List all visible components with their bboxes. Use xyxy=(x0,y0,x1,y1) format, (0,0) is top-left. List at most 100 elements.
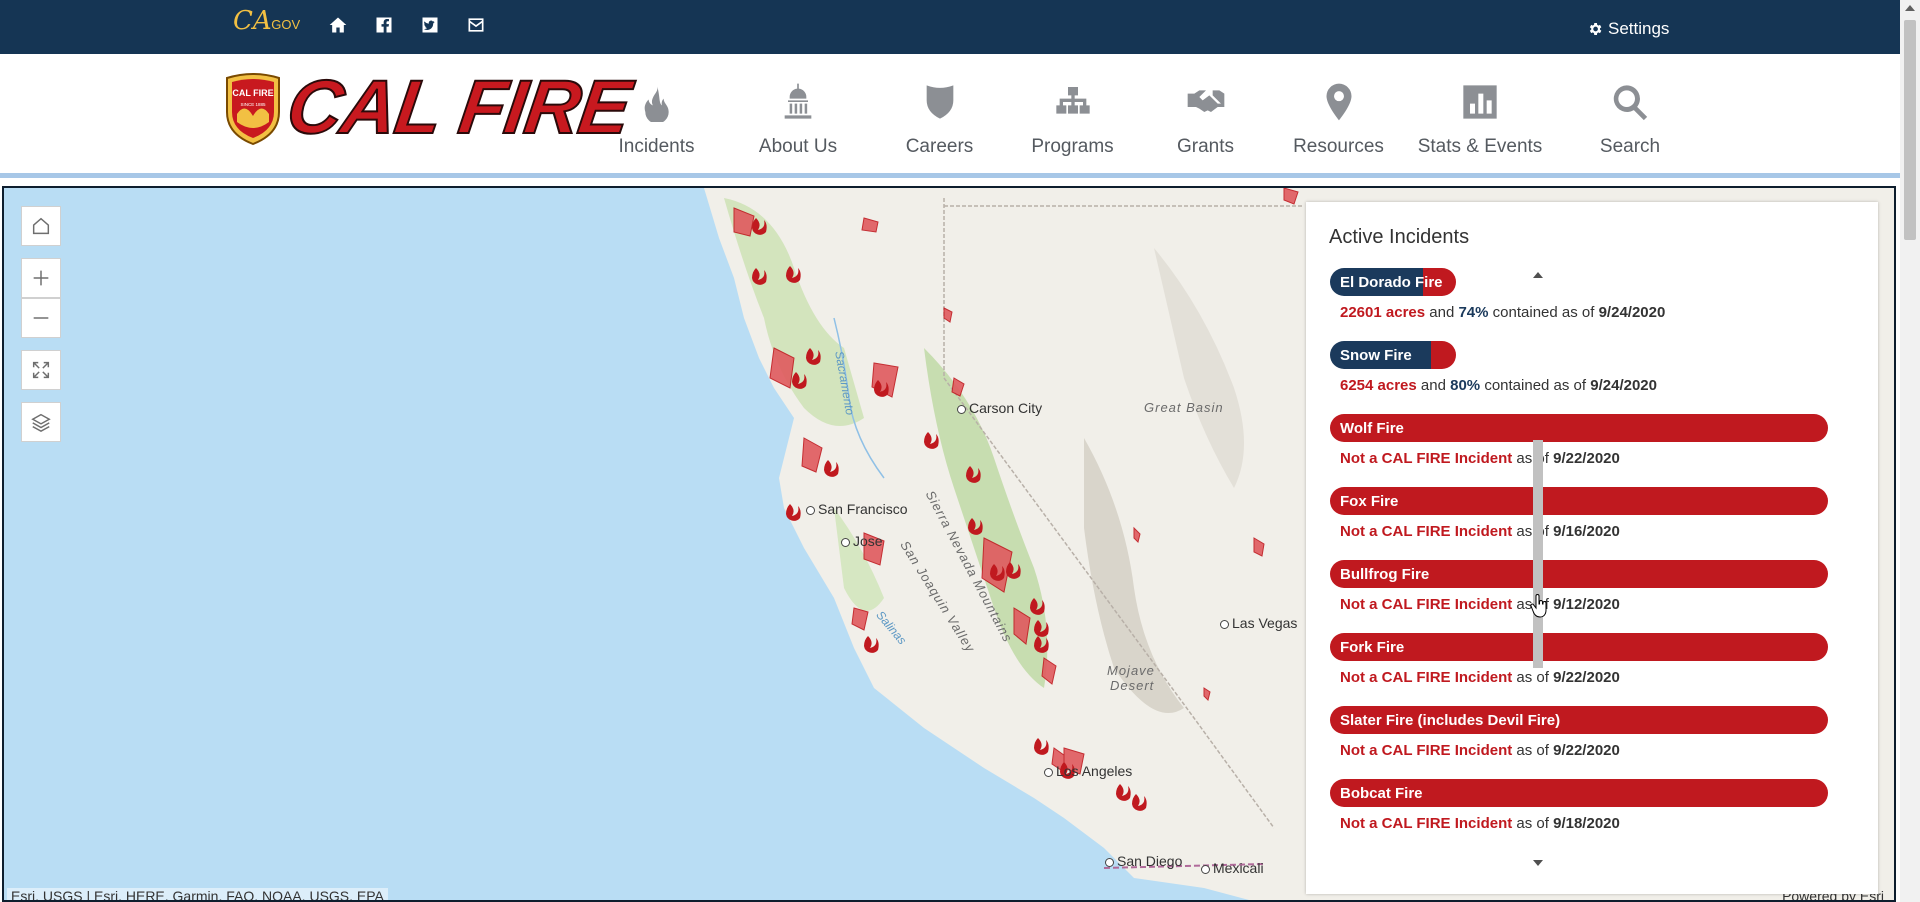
list-item: Fox Fire Not a CAL FIRE Incident as of 9… xyxy=(1330,487,1833,560)
handshake-icon xyxy=(1187,90,1224,112)
incident-status: Not a CAL FIRE Incident xyxy=(1340,669,1513,686)
city-las-vegas: Las Vegas xyxy=(1219,615,1298,631)
map-attribution[interactable]: Esri, USGS | Esri, HERE, Garmin, FAO, NO… xyxy=(7,888,388,900)
incident-detail: 6254 acres and 80% contained as of 9/24/… xyxy=(1340,377,1833,394)
ca-gov-suffix: .GOV xyxy=(267,17,301,32)
zoom-in-button[interactable] xyxy=(21,258,61,298)
search-icon xyxy=(1613,85,1648,121)
city-carson-city: Carson City xyxy=(956,400,1043,416)
scroll-up-arrow[interactable] xyxy=(1533,272,1543,278)
incident-status: Not a CAL FIRE Incident xyxy=(1340,815,1513,832)
panel-title: Active Incidents xyxy=(1329,226,1470,248)
incident-detail: Not a CAL FIRE Incident as of 9/22/2020 xyxy=(1340,742,1833,759)
panel-scrollbar[interactable] xyxy=(1530,264,1546,866)
nav-item-grants[interactable]: Grants xyxy=(1139,82,1272,158)
scroll-down-arrow[interactable] xyxy=(1533,860,1543,866)
page-scroll-up-arrow[interactable] xyxy=(1905,5,1915,11)
incident-status: Not a CAL FIRE Incident xyxy=(1340,523,1513,540)
incident-list: El Dorado Fire 22601 acres and 74% conta… xyxy=(1330,268,1833,852)
nav-item-careers[interactable]: Careers xyxy=(873,82,1006,158)
nav-label-about-us: About Us xyxy=(758,136,838,157)
incident-acres: 6254 acres xyxy=(1340,377,1417,394)
gear-icon xyxy=(1589,23,1602,35)
bar-chart-icon xyxy=(1463,85,1497,119)
city-san-jose: Jose xyxy=(841,533,883,549)
incident-pill-bobcat[interactable]: Bobcat Fire xyxy=(1330,779,1828,807)
incident-pill-bullfrog[interactable]: Bullfrog Fire xyxy=(1330,560,1828,588)
incident-pill-el-dorado[interactable]: El Dorado Fire xyxy=(1330,268,1456,296)
ca-gov-main: CA xyxy=(233,6,272,36)
layers-button[interactable] xyxy=(21,402,61,442)
city-san-diego: San Diego xyxy=(1104,853,1183,869)
incident-name: Fork Fire xyxy=(1340,638,1405,656)
email-icon[interactable] xyxy=(465,14,487,36)
list-item: Wolf Fire Not a CAL FIRE Incident as of … xyxy=(1330,414,1833,487)
nav-item-stats-events[interactable]: Stats & Events xyxy=(1405,82,1555,158)
list-item: Snow Fire 6254 acres and 80% contained a… xyxy=(1330,341,1833,414)
nav-item-programs[interactable]: Programs xyxy=(1006,82,1139,158)
incident-pill-fox[interactable]: Fox Fire xyxy=(1330,487,1828,515)
detail-connector: and xyxy=(1420,377,1446,394)
list-item: Slater Fire (includes Devil Fire) Not a … xyxy=(1330,706,1833,779)
home-outline-icon xyxy=(32,217,50,235)
incident-name: Wolf Fire xyxy=(1340,419,1404,437)
fullscreen-button[interactable] xyxy=(21,350,61,390)
twitter-icon[interactable] xyxy=(419,14,441,36)
incident-detail: 22601 acres and 74% contained as of 9/24… xyxy=(1340,304,1833,321)
incident-detail: Not a CAL FIRE Incident as of 9/22/2020 xyxy=(1340,450,1833,467)
city-mexicali: Mexicali xyxy=(1201,860,1264,876)
incident-date: 9/18/2020 xyxy=(1553,815,1620,832)
nav-item-search[interactable]: Search xyxy=(1555,82,1705,158)
incident-date: 9/12/2020 xyxy=(1553,596,1620,613)
cal-fire-wordmark[interactable]: CAL FIRE xyxy=(281,64,636,151)
nav-item-incidents[interactable]: Incidents xyxy=(590,82,723,158)
site-header: CAL FIRE SINCE 1885 CAL FIRE Incidents A… xyxy=(0,54,1900,178)
list-item: Bobcat Fire Not a CAL FIRE Incident as o… xyxy=(1330,779,1833,852)
incident-contained: 74% xyxy=(1458,304,1489,321)
incident-pill-fork[interactable]: Fork Fire xyxy=(1330,633,1828,661)
home-icon[interactable] xyxy=(327,14,349,36)
panel-scroll-thumb[interactable] xyxy=(1533,440,1543,668)
page-scroll-thumb[interactable] xyxy=(1904,20,1916,240)
incident-detail: Not a CAL FIRE Incident as of 9/12/2020 xyxy=(1340,596,1833,613)
map-controls xyxy=(21,206,61,442)
nav-item-resources[interactable]: Resources xyxy=(1272,82,1405,158)
list-item: Bullfrog Fire Not a CAL FIRE Incident as… xyxy=(1330,560,1833,633)
active-incidents-panel: Active Incidents El Dorado Fire 22601 ac… xyxy=(1306,202,1878,894)
nav-label-incidents: Incidents xyxy=(618,136,695,157)
ca-gov-logo[interactable]: CA.GOV xyxy=(233,8,300,38)
zoom-out-button[interactable] xyxy=(21,298,61,338)
layers-icon xyxy=(31,413,51,433)
settings-label: Settings xyxy=(1608,19,1670,38)
capitol-icon xyxy=(784,83,812,119)
settings-button[interactable]: Settings xyxy=(1587,19,1669,39)
minus-icon xyxy=(33,317,49,319)
incident-pill-slater[interactable]: Slater Fire (includes Devil Fire) xyxy=(1330,706,1828,734)
city-san-francisco: San Francisco xyxy=(805,501,908,517)
incident-pill-wolf[interactable]: Wolf Fire xyxy=(1330,414,1828,442)
nav-label-careers: Careers xyxy=(905,136,974,157)
cal-fire-badge-logo[interactable]: CAL FIRE SINCE 1885 xyxy=(223,72,283,146)
incident-date: 9/16/2020 xyxy=(1553,523,1620,540)
nav-label-resources: Resources xyxy=(1293,136,1384,157)
incident-name: El Dorado Fire xyxy=(1340,273,1443,291)
incident-pill-snow[interactable]: Snow Fire xyxy=(1330,341,1456,369)
nav-label-grants: Grants xyxy=(1176,136,1235,157)
incident-detail: Not a CAL FIRE Incident as of 9/22/2020 xyxy=(1340,669,1833,686)
incident-name: Bobcat Fire xyxy=(1340,784,1423,802)
list-item: Fork Fire Not a CAL FIRE Incident as of … xyxy=(1330,633,1833,706)
incident-date: 9/24/2020 xyxy=(1590,377,1657,394)
nav-label-programs: Programs xyxy=(1031,136,1114,157)
plus-icon xyxy=(33,270,49,286)
incident-detail: Not a CAL FIRE Incident as of 9/18/2020 xyxy=(1340,815,1833,832)
shield-icon xyxy=(926,85,953,119)
hand-cursor-icon xyxy=(1530,594,1547,618)
page-scrollbar[interactable] xyxy=(1900,0,1920,902)
incident-detail: Not a CAL FIRE Incident as of 9/16/2020 xyxy=(1340,523,1833,540)
facebook-icon[interactable] xyxy=(373,14,395,36)
incident-date: 9/22/2020 xyxy=(1553,742,1620,759)
incident-status: Not a CAL FIRE Incident xyxy=(1340,450,1513,467)
map-home-button[interactable] xyxy=(21,206,61,246)
incident-status: Not a CAL FIRE Incident xyxy=(1340,596,1513,613)
nav-item-about-us[interactable]: About Us xyxy=(723,82,873,158)
